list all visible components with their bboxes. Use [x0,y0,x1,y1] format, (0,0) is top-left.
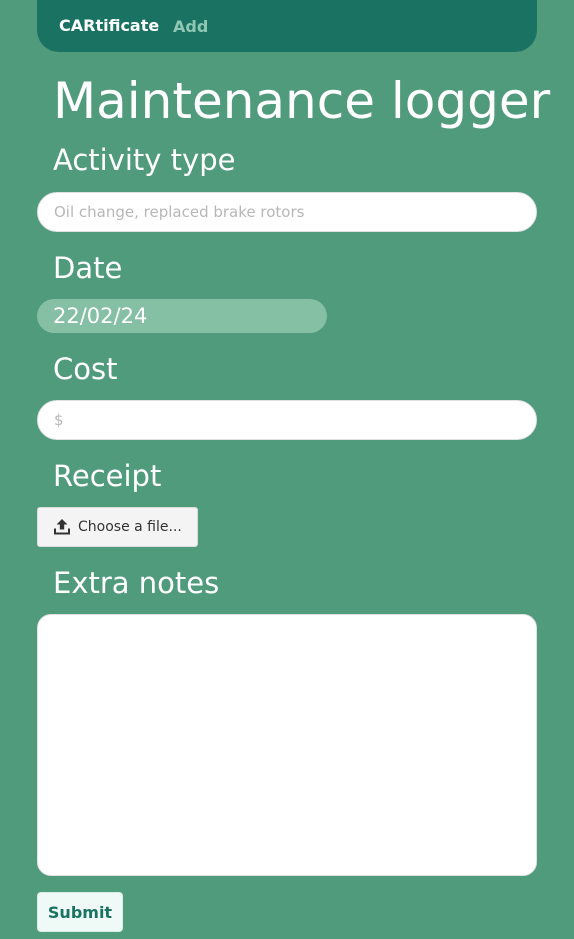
cost-input[interactable] [37,400,537,440]
brand-link[interactable]: CARtificate [59,16,159,35]
submit-button[interactable]: Submit [37,892,123,932]
activity-type-input[interactable] [37,192,537,232]
navbar: CARtificate Add [37,0,537,52]
page-title: Maintenance logger [53,72,551,130]
nav-add-link[interactable]: Add [173,17,208,36]
choose-file-button[interactable]: Choose a file... [37,507,198,547]
date-label: Date [53,251,123,285]
extra-notes-label: Extra notes [53,566,220,600]
date-input[interactable]: 22/02/24 [37,299,327,333]
receipt-label: Receipt [53,459,162,493]
upload-icon [53,518,71,536]
choose-file-label: Choose a file... [78,519,182,535]
activity-type-label: Activity type [53,143,236,177]
extra-notes-textarea[interactable] [37,614,537,876]
cost-label: Cost [53,352,118,386]
